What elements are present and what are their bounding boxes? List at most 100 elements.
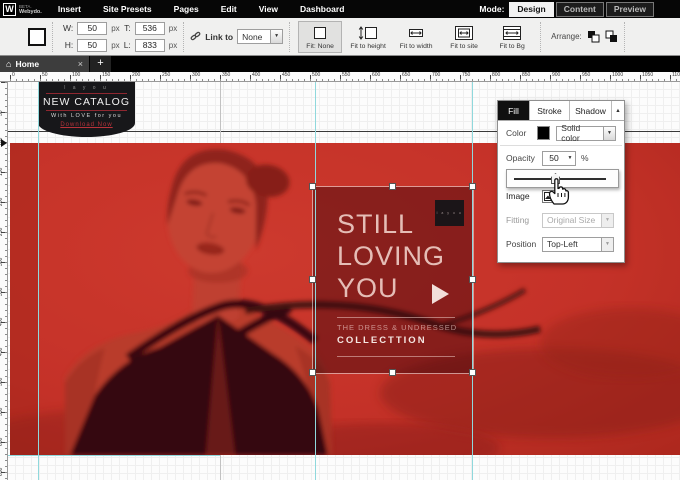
toolbar-separator	[289, 22, 290, 52]
catalog-divider	[46, 110, 127, 111]
menu-insert[interactable]: Insert	[58, 4, 81, 14]
link-to-dropdown[interactable]: None ▼	[237, 29, 283, 44]
send-backward-icon[interactable]	[587, 30, 600, 43]
add-page-tab-button[interactable]: +	[90, 56, 112, 72]
fitting-dropdown[interactable]: Original Size ▼	[542, 213, 614, 228]
menu-dashboard[interactable]: Dashboard	[300, 4, 344, 14]
color-row: Color Solid color ▼	[498, 121, 624, 145]
tab-stroke[interactable]: Stroke	[530, 101, 570, 120]
fit-to-site-icon	[454, 25, 474, 42]
opacity-label: Opacity	[506, 153, 538, 163]
bring-forward-icon[interactable]	[605, 30, 618, 43]
menu-edit[interactable]: Edit	[221, 4, 237, 14]
new-catalog-card[interactable]: l a y o u NEW CATALOG With LOVE for you …	[38, 82, 135, 137]
menu-site-presets[interactable]: Site Presets	[103, 4, 152, 14]
toolbar-separator	[540, 22, 541, 52]
ruler-position-marker	[1, 139, 7, 147]
fit-to-bg-icon	[502, 25, 522, 42]
selection-handle-nw[interactable]	[309, 183, 316, 190]
fit-none-button[interactable]: Fit: None	[298, 21, 342, 53]
chevron-down-icon[interactable]: ▼	[601, 238, 613, 251]
selection-handle-sw[interactable]	[309, 369, 316, 376]
chevron-down-icon[interactable]: ▼	[270, 30, 282, 43]
hero-subtitle-2: COLLECTTION	[337, 335, 427, 346]
panel-tabs: Fill Stroke Shadow ▲	[498, 101, 624, 121]
height-unit: px	[111, 41, 119, 50]
hero-divider	[337, 356, 455, 357]
webydo-logo[interactable]: W	[3, 3, 16, 16]
toolbar-separator	[183, 22, 184, 52]
fit-to-width-icon	[407, 25, 425, 42]
opacity-stepper[interactable]: 50 ▼	[542, 151, 576, 166]
guide-vertical[interactable]	[38, 82, 39, 480]
selected-hero-element[interactable]: l a y o u STILL LOVING YOU THE DRESS & U…	[313, 187, 473, 373]
fitting-row: Fitting Original Size ▼	[498, 208, 624, 232]
menu-pages[interactable]: Pages	[174, 4, 199, 14]
arrange-label: Arrange:	[551, 32, 582, 41]
properties-toolbar: W: 50 px T: 536 px H: 50 px L: 833 px Li…	[0, 18, 680, 56]
hero-divider	[337, 317, 455, 318]
toolbar-separator	[52, 22, 53, 52]
tab-fill[interactable]: Fill	[498, 101, 530, 120]
link-icon	[190, 31, 201, 42]
catalog-brand: l a y o u	[38, 85, 135, 91]
color-mode-dropdown[interactable]: Solid color ▼	[556, 126, 616, 141]
arrange-group: Arrange:	[551, 30, 618, 43]
play-icon[interactable]	[432, 284, 449, 304]
fit-to-bg-button[interactable]: Fit to Bg	[490, 21, 534, 53]
menubar: W BETA. Webydo. Insert Site Presets Page…	[0, 0, 680, 18]
fit-to-site-button[interactable]: Fit to site	[442, 21, 486, 53]
top-input[interactable]: 536	[135, 22, 165, 35]
tab-shadow[interactable]: Shadow	[570, 101, 612, 120]
hero-line-3: YOU	[337, 272, 445, 304]
position-label: Position	[506, 239, 538, 249]
brand-block: BETA. Webydo.	[19, 4, 42, 14]
selection-handle-w[interactable]	[309, 276, 316, 283]
catalog-divider	[46, 93, 127, 94]
guide-horizontal[interactable]	[8, 455, 220, 456]
selection-handle-e[interactable]	[469, 276, 476, 283]
link-to-label: Link to	[205, 32, 233, 42]
width-unit: px	[111, 24, 119, 33]
collapse-panel-icon[interactable]: ▲	[612, 101, 624, 120]
tab-home[interactable]: ⌂ Home ×	[0, 56, 90, 72]
left-label: L:	[124, 40, 131, 50]
catalog-title: NEW CATALOG	[38, 96, 135, 108]
opacity-unit: %	[581, 153, 589, 163]
hero-line-2: LOVING	[337, 240, 445, 272]
mode-content-button[interactable]: Content	[556, 2, 604, 17]
width-label: W:	[63, 23, 73, 33]
top-unit: px	[169, 24, 177, 33]
close-tab-icon[interactable]: ×	[78, 59, 83, 69]
mode-preview-button[interactable]: Preview	[606, 2, 654, 17]
webydo-designer-window: W BETA. Webydo. Insert Site Presets Page…	[0, 0, 680, 480]
hero-line-1: STILL	[337, 208, 445, 240]
selection-handle-s[interactable]	[389, 369, 396, 376]
menu-view[interactable]: View	[259, 4, 278, 14]
tab-home-label: Home	[15, 59, 77, 69]
fit-to-width-button[interactable]: Fit to width	[394, 21, 438, 53]
link-to-group: Link to None ▼	[190, 29, 283, 44]
fitting-value: Original Size	[543, 215, 601, 225]
main-menu: Insert Site Presets Pages Edit View Dash…	[58, 4, 345, 14]
mode-design-button[interactable]: Design	[509, 2, 553, 17]
height-input[interactable]: 50	[77, 39, 107, 52]
hero-headline: STILL LOVING YOU	[337, 208, 445, 304]
selection-handle-se[interactable]	[469, 369, 476, 376]
width-input[interactable]: 50	[77, 22, 107, 35]
selection-handle-n[interactable]	[389, 183, 396, 190]
left-input[interactable]: 833	[135, 39, 165, 52]
left-unit: px	[169, 41, 177, 50]
color-label: Color	[506, 128, 537, 138]
selection-handle-ne[interactable]	[469, 183, 476, 190]
position-dropdown[interactable]: Top-Left ▼	[542, 237, 614, 252]
color-swatch[interactable]	[537, 126, 551, 140]
chevron-down-icon[interactable]: ▼	[603, 127, 615, 140]
color-mode-value: Solid color	[557, 123, 603, 143]
fit-to-height-button[interactable]: Fit to height	[346, 21, 390, 53]
home-icon: ⌂	[6, 59, 11, 69]
height-label: H:	[63, 40, 73, 50]
brand-name: Webydo.	[19, 10, 42, 15]
chevron-down-icon[interactable]: ▼	[565, 155, 575, 161]
download-now-link[interactable]: Download Now	[38, 122, 135, 128]
